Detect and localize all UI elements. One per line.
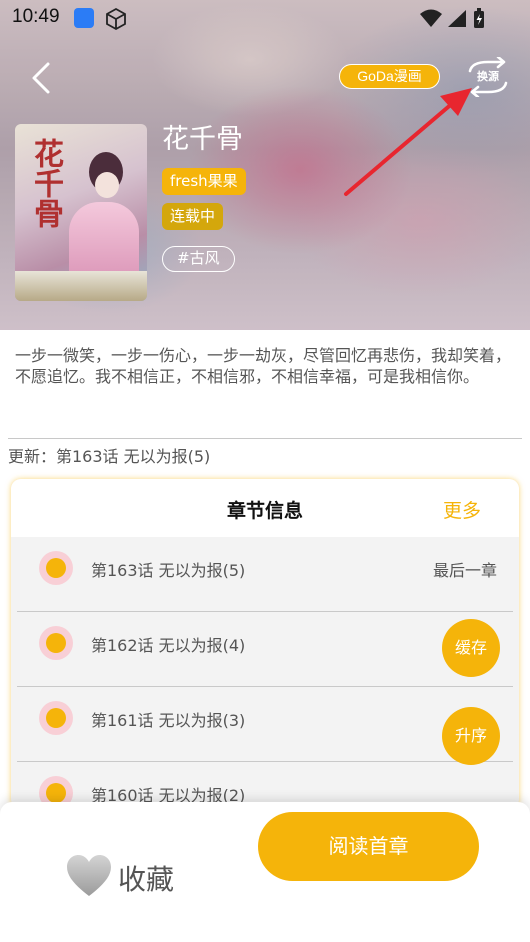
cover-scenery bbox=[15, 271, 147, 301]
wifi-icon bbox=[420, 9, 442, 27]
author-tag[interactable]: fresh果果 bbox=[162, 168, 246, 195]
cache-button[interactable]: 缓存 bbox=[442, 619, 500, 677]
heart-icon bbox=[67, 855, 111, 896]
status-tag: 连载中 bbox=[162, 203, 224, 230]
annotation-arrow bbox=[344, 88, 472, 196]
favorite-label: 收藏 bbox=[118, 863, 175, 896]
read-first-chapter-button[interactable]: 阅读首章 bbox=[258, 812, 479, 881]
chapter-row[interactable]: 第161话 无以为报(3) bbox=[17, 687, 513, 762]
chapter-name: 第163话 无以为报(5) bbox=[91, 561, 246, 580]
latest-update: 更新：第163话 无以为报(5) bbox=[8, 447, 211, 466]
chapter-name: 第161话 无以为报(3) bbox=[91, 711, 246, 730]
sort-ascending-button[interactable]: 升序 bbox=[442, 707, 500, 765]
comic-cover-image[interactable]: 花千骨 bbox=[15, 124, 147, 301]
divider bbox=[8, 438, 522, 439]
status-bar: 10:49 bbox=[0, 0, 530, 36]
chapter-bullet-icon bbox=[39, 551, 73, 585]
genre-tag[interactable]: #古风 bbox=[162, 246, 235, 272]
app-notification-icon bbox=[74, 8, 94, 28]
more-chapters-button[interactable]: 更多 bbox=[443, 496, 481, 523]
battery-icon bbox=[474, 8, 484, 28]
comic-description: 一步一微笑，一步一伤心，一步一劫灰，尽管回忆再悲伤，我却笑着，不愿追忆。我不相信… bbox=[15, 346, 512, 386]
cube-icon bbox=[106, 7, 126, 31]
cover-title-art: 花千骨 bbox=[28, 138, 63, 228]
chapter-bullet-icon bbox=[39, 626, 73, 660]
chapter-name: 第162话 无以为报(4) bbox=[91, 636, 246, 655]
back-button[interactable] bbox=[26, 58, 60, 98]
chapter-row[interactable]: 第162话 无以为报(4) bbox=[17, 612, 513, 687]
status-time: 10:49 bbox=[12, 6, 60, 27]
system-status-icons bbox=[420, 8, 484, 28]
signal-icon bbox=[448, 10, 466, 27]
last-chapter-label: 最后一章 bbox=[432, 561, 497, 580]
chapter-row[interactable]: 第163话 无以为报(5) 最后一章 bbox=[17, 537, 513, 612]
cover-character-face bbox=[95, 172, 119, 198]
chapter-bullet-icon bbox=[39, 701, 73, 735]
chapter-card-header: 章节信息 更多 bbox=[11, 479, 519, 537]
comic-title: 花千骨 bbox=[162, 124, 243, 155]
